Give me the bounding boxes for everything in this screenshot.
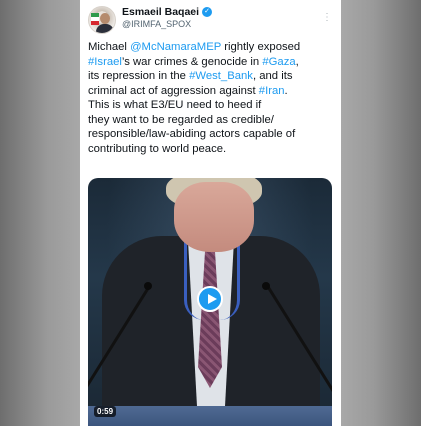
tweet-text-segment: This is what E3/EU need to heed if — [88, 99, 262, 111]
tweet-line: #Israel’s war crimes & genocide in #Gaza… — [88, 55, 333, 70]
verified-badge-icon: ✓ — [202, 7, 213, 17]
tweet-line: responsible/law-abiding actors capable o… — [88, 127, 333, 142]
more-options-icon[interactable]: ⋮ — [322, 12, 332, 23]
hashtag-link[interactable]: #Israel — [88, 56, 122, 68]
tweet-text-segment: they want to be regarded as credible/ — [88, 113, 274, 126]
flag-icon — [91, 13, 99, 25]
hashtag-link[interactable]: #West_Bank — [189, 70, 253, 82]
video-player[interactable]: 0:59 — [88, 178, 332, 426]
tweet-text-segment: ’s war crimes & genocide in — [121, 55, 263, 68]
author-name[interactable]: Esmaeil Baqaei — [122, 6, 199, 18]
tweet-line: This is what E3/EU need to heed if — [88, 98, 333, 113]
background-right — [341, 0, 421, 426]
tweet-line: its repression in the #West_Bank, and it… — [88, 69, 333, 84]
tweet-text-segment: Michael — [88, 41, 131, 53]
tweet-line: Michael @McNamaraMEP rightly exposed — [88, 40, 333, 55]
hashtag-link[interactable]: #Gaza — [262, 56, 295, 68]
play-icon[interactable] — [197, 286, 223, 312]
tweet-text-segment: its repression in the — [88, 70, 190, 82]
mention-link[interactable]: @McNamaraMEP — [130, 41, 221, 53]
tweet-line: criminal act of aggression against #Iran… — [88, 84, 333, 99]
tweet-header: Esmaeil Baqaei ✓ @IRIMFA_SPOX ⋮ — [88, 6, 333, 34]
tweet-text-segment: , — [295, 55, 299, 68]
background-left — [0, 0, 80, 426]
tweet-text-segment: criminal act of aggression against — [88, 84, 259, 97]
tweet-line: contributing to world peace. — [88, 142, 333, 157]
tweet-text-segment: rightly exposed — [221, 41, 301, 53]
tweet-text-segment: , and its — [252, 70, 293, 82]
hashtag-link[interactable]: #Iran — [259, 85, 285, 97]
tweet-card[interactable]: Esmaeil Baqaei ✓ @IRIMFA_SPOX ⋮ Michael … — [80, 0, 341, 426]
avatar[interactable] — [88, 6, 116, 34]
author-handle[interactable]: @IRIMFA_SPOX — [122, 19, 191, 29]
tweet-text-segment: contributing to world peace. — [88, 142, 227, 155]
video-duration: 0:59 — [94, 406, 117, 417]
tweet-text-segment: . — [284, 84, 288, 97]
tweet-line: they want to be regarded as credible/ — [88, 113, 333, 128]
tweet-text: Michael @McNamaraMEP rightly exposed #Isr… — [88, 40, 333, 156]
podium — [88, 406, 332, 426]
tweet-text-segment: responsible/law-abiding actors capable o… — [88, 128, 296, 140]
